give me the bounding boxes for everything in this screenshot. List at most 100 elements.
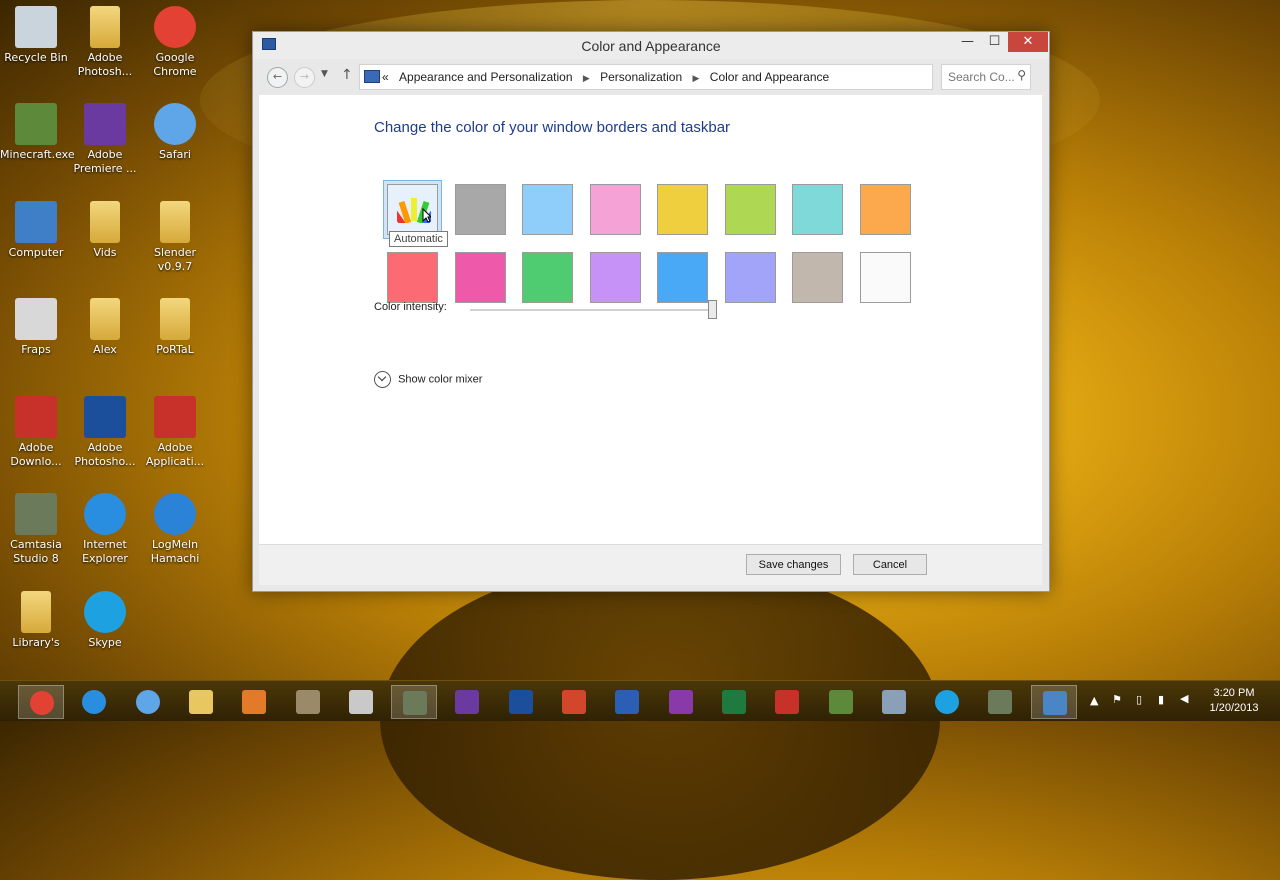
taskbar-excel[interactable] bbox=[711, 685, 757, 719]
forward-arrow-icon[interactable]: → bbox=[294, 67, 315, 88]
taskbar-chrome[interactable] bbox=[18, 685, 64, 719]
desktop-icon[interactable]: Vids bbox=[69, 201, 141, 260]
desktop-icon[interactable]: Google Chrome bbox=[139, 6, 211, 79]
expand-chevron-icon[interactable] bbox=[374, 371, 391, 388]
cancel-button[interactable]: Cancel bbox=[853, 554, 927, 575]
desktop-icon-label: Slender v0.9.7 bbox=[153, 246, 197, 273]
breadcrumb-separator-icon[interactable]: ▶ bbox=[583, 73, 590, 83]
desktop-icon[interactable]: Minecraft.exe bbox=[0, 103, 75, 162]
taskbar-camtasia-2[interactable] bbox=[977, 685, 1023, 719]
search-input[interactable]: Search Co... ⚲ bbox=[941, 64, 1031, 90]
taskbar-premiere[interactable] bbox=[444, 685, 490, 719]
color-swatch[interactable] bbox=[522, 184, 573, 235]
color-swatch[interactable] bbox=[590, 184, 641, 235]
taskbar-control-panel[interactable] bbox=[1030, 685, 1077, 719]
breadcrumb-overflow[interactable]: « bbox=[382, 70, 389, 84]
desktop-icon[interactable]: Adobe Applicati... bbox=[139, 396, 211, 469]
desktop-icon[interactable]: Adobe Photosho... bbox=[69, 396, 141, 469]
taskbar-onenote[interactable] bbox=[658, 685, 704, 719]
color-swatch[interactable] bbox=[522, 252, 573, 303]
desktop-icon[interactable]: Recycle Bin bbox=[0, 6, 72, 65]
minimize-button[interactable]: — bbox=[954, 32, 981, 52]
save-changes-button[interactable]: Save changes bbox=[746, 554, 841, 575]
taskbar-store[interactable] bbox=[231, 685, 277, 719]
desktop-icon[interactable]: Adobe Premiere ... bbox=[69, 103, 141, 176]
breadcrumb-item-color-appearance[interactable]: Color and Appearance bbox=[710, 70, 829, 84]
taskbar-fraps[interactable] bbox=[338, 685, 384, 719]
color-swatch[interactable] bbox=[725, 252, 776, 303]
control-panel-icon bbox=[1042, 691, 1067, 715]
network-signal-icon[interactable]: ▮ bbox=[1158, 693, 1164, 706]
show-color-mixer-toggle[interactable]: Show color mixer bbox=[374, 371, 482, 388]
desktop-icon[interactable]: Slender v0.9.7 bbox=[139, 201, 211, 274]
show-hidden-icons-icon[interactable]: ▲ bbox=[1090, 694, 1098, 707]
desktop-icon[interactable]: Adobe Photosh... bbox=[69, 6, 141, 79]
back-arrow-icon[interactable]: ← bbox=[267, 67, 288, 88]
desktop-icon[interactable]: Camtasia Studio 8 bbox=[0, 493, 72, 566]
skype-icon bbox=[935, 690, 960, 714]
color-intensity-slider-thumb[interactable] bbox=[708, 300, 717, 319]
close-button[interactable]: ✕ bbox=[1008, 32, 1048, 52]
recent-locations-chevron-icon[interactable]: ▼ bbox=[321, 69, 328, 79]
desktop-icon-label: Adobe Photosho... bbox=[74, 441, 136, 468]
color-swatch[interactable] bbox=[725, 184, 776, 235]
breadcrumb-separator-icon[interactable]: ▶ bbox=[693, 73, 700, 83]
color-swatch[interactable] bbox=[387, 252, 438, 303]
desktop-icon[interactable]: Safari bbox=[139, 103, 211, 162]
desktop-icon[interactable]: Alex bbox=[69, 298, 141, 357]
color-swatch[interactable] bbox=[792, 184, 843, 235]
desktop-icon-label: Google Chrome bbox=[153, 51, 197, 78]
taskbar-camtasia[interactable] bbox=[391, 685, 438, 719]
up-arrow-icon[interactable]: ↑ bbox=[341, 67, 353, 83]
search-icon: ⚲ bbox=[1017, 68, 1026, 82]
desktop-icon[interactable]: Library's bbox=[0, 591, 72, 650]
folder-icon bbox=[90, 298, 120, 340]
taskbar-word[interactable] bbox=[604, 685, 650, 719]
color-swatch[interactable] bbox=[860, 252, 911, 303]
volume-icon[interactable]: ◀ bbox=[1180, 692, 1188, 705]
color-intensity-slider[interactable] bbox=[470, 309, 712, 311]
system-clock[interactable]: 3:20 PM 1/20/2013 bbox=[1200, 686, 1268, 716]
color-swatch[interactable] bbox=[792, 252, 843, 303]
action-center-flag-icon[interactable]: ⚑ bbox=[1112, 693, 1122, 706]
taskbar-safari[interactable] bbox=[125, 685, 171, 719]
taskbar-photoshop[interactable] bbox=[498, 685, 544, 719]
desktop-icon-label: Internet Explorer bbox=[82, 538, 128, 565]
taskbar-camtasia-recorder[interactable] bbox=[285, 685, 331, 719]
title-bar[interactable]: Color and Appearance — ☐ ✕ bbox=[253, 32, 1049, 59]
color-swatch[interactable] bbox=[455, 252, 506, 303]
color-swatch[interactable] bbox=[657, 252, 708, 303]
taskbar-file-explorer[interactable] bbox=[178, 685, 224, 719]
maximize-button[interactable]: ☐ bbox=[981, 32, 1008, 52]
taskbar-remote-desktop[interactable] bbox=[871, 685, 917, 719]
fraps-icon bbox=[15, 298, 57, 340]
chrome-icon bbox=[154, 6, 196, 48]
desktop-icon[interactable]: Computer bbox=[0, 201, 72, 260]
power-icon[interactable]: ▯ bbox=[1136, 693, 1142, 706]
breadcrumb-item-appearance[interactable]: Appearance and Personalization bbox=[399, 70, 572, 84]
color-swatch[interactable] bbox=[860, 184, 911, 235]
desktop-icon[interactable]: Fraps bbox=[0, 298, 72, 357]
show-color-mixer-label[interactable]: Show color mixer bbox=[398, 373, 482, 385]
taskbar-internet-explorer[interactable] bbox=[71, 685, 117, 719]
desktop-icon[interactable]: Adobe Downlo... bbox=[0, 396, 72, 469]
breadcrumb: « Appearance and Personalization ▶ Perso… bbox=[382, 70, 829, 84]
desktop-icon-label: Camtasia Studio 8 bbox=[10, 538, 62, 565]
photoshop-icon bbox=[84, 396, 126, 438]
desktop-icon[interactable]: LogMeIn Hamachi bbox=[139, 493, 211, 566]
breadcrumb-item-personalization[interactable]: Personalization bbox=[600, 70, 682, 84]
page-title: Change the color of your window borders … bbox=[374, 119, 731, 136]
taskbar-powerpoint[interactable] bbox=[551, 685, 597, 719]
color-swatch[interactable] bbox=[455, 184, 506, 235]
color-swatch[interactable] bbox=[657, 184, 708, 235]
desktop-icon[interactable]: PoRTaL bbox=[139, 298, 211, 357]
color-swatch[interactable] bbox=[590, 252, 641, 303]
taskbar-adobe[interactable] bbox=[764, 685, 810, 719]
desktop-icon[interactable]: Skype bbox=[69, 591, 141, 650]
desktop-icon[interactable]: Internet Explorer bbox=[69, 493, 141, 566]
swatch-automatic[interactable] bbox=[387, 184, 438, 235]
taskbar-minecraft[interactable] bbox=[818, 685, 864, 719]
powerpoint-icon bbox=[562, 690, 586, 714]
address-bar[interactable]: « Appearance and Personalization ▶ Perso… bbox=[359, 64, 1022, 90]
taskbar-skype[interactable] bbox=[924, 685, 970, 719]
